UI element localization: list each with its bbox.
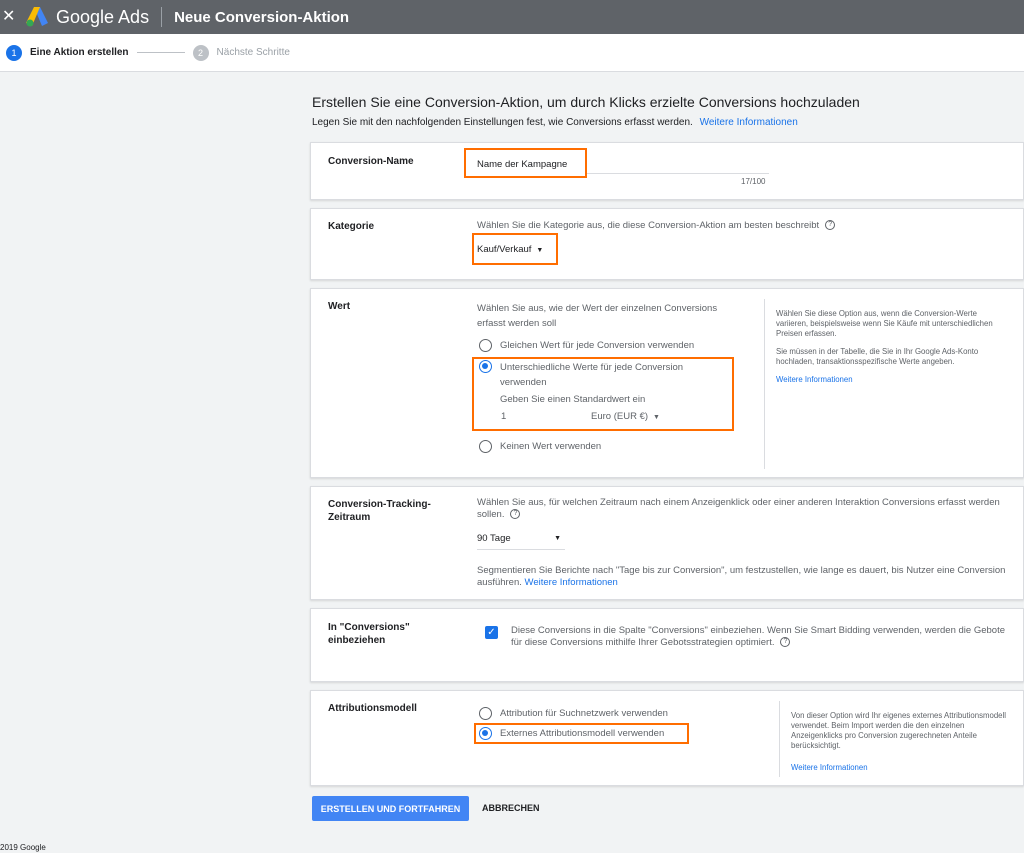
category-hint-text: Wählen Sie die Kategorie aus, die diese … xyxy=(477,220,820,231)
default-value-input[interactable]: 1 xyxy=(501,411,506,422)
value-hint-line-2: erfasst werden soll xyxy=(477,318,557,329)
attribution-side-info: Von dieser Option wird Ihr eigenes exter… xyxy=(791,711,1013,773)
tracking-hint: Wählen Sie aus, für welchen Zeitraum nac… xyxy=(477,497,1007,521)
include-in-conversions-card: In "Conversions" einbeziehen ✓ Diese Con… xyxy=(310,608,1024,682)
step-2-number: 2 xyxy=(192,44,209,61)
option-no-value-label: Keinen Wert verwenden xyxy=(500,441,602,452)
value-side-text-2: Sie müssen in der Tabelle, die Sie in Ih… xyxy=(776,347,979,366)
brand-name: Google Ads xyxy=(56,6,150,27)
step-2-label: Nächste Schritte xyxy=(216,47,290,58)
header-divider xyxy=(161,7,163,27)
close-icon[interactable]: ✕ xyxy=(2,0,16,34)
include-label: In "Conversions" einbeziehen xyxy=(328,621,410,647)
tracking-label-line-2: Zeitraum xyxy=(328,512,371,523)
option-different-values-label: Unterschiedliche Werte für jede Conversi… xyxy=(500,360,683,390)
footer-copyright: 2019 Google xyxy=(0,843,46,852)
step-1-number: 1 xyxy=(6,44,22,61)
help-icon[interactable]: ? xyxy=(825,220,836,231)
tracking-hint-text: Wählen Sie aus, für welchen Zeitraum nac… xyxy=(477,497,1000,520)
char-counter: 17/100 xyxy=(741,177,766,186)
value-more-info-link[interactable]: Weitere Informationen xyxy=(776,375,1006,385)
page-title: Neue Conversion-Aktion xyxy=(174,8,350,26)
radio-no-value[interactable] xyxy=(479,440,492,453)
google-ads-logo-icon xyxy=(26,7,48,27)
stepper: 1 Eine Aktion erstellen 2 Nächste Schrit… xyxy=(0,34,1024,72)
value-side-text-1: Wählen Sie diese Option aus, wenn die Co… xyxy=(776,309,993,338)
form-intro: Legen Sie mit den nachfolgenden Einstell… xyxy=(312,117,798,128)
attribution-side-text: Von dieser Option wird Ihr eigenes exter… xyxy=(791,711,1006,750)
value-side-info: Wählen Sie diese Option aus, wenn die Co… xyxy=(776,309,1006,385)
radio-same-value[interactable] xyxy=(479,339,492,352)
tracking-window-value: 90 Tage xyxy=(477,533,511,544)
include-checkbox[interactable]: ✓ xyxy=(485,626,498,639)
tracking-more-info-link[interactable]: Weitere Informationen xyxy=(525,577,618,588)
radio-external-attribution[interactable] xyxy=(479,727,492,740)
tracking-label-line-1: Conversion-Tracking- xyxy=(328,499,431,510)
include-description: Diese Conversions in die Spalte "Convers… xyxy=(511,625,1009,649)
radio-different-values[interactable] xyxy=(479,360,492,373)
create-and-continue-button[interactable]: ERSTELLEN UND FORTFAHREN xyxy=(312,796,469,821)
option-different-values-line-2: verwenden xyxy=(500,377,547,388)
tracking-window-dropdown[interactable]: 90 Tage ▼ xyxy=(477,533,565,550)
option-same-value-label: Gleichen Wert für jede Conversion verwen… xyxy=(500,340,695,351)
attribution-card: Attributionsmodell Attribution für Suchn… xyxy=(310,690,1024,786)
currency-value: Euro (EUR €) xyxy=(591,411,649,422)
tracking-note: Segmentieren Sie Berichte nach "Tage bis… xyxy=(477,565,1007,589)
dropdown-arrow-icon: ▼ xyxy=(536,247,544,254)
tracking-window-label: Conversion-Tracking- Zeitraum xyxy=(328,498,431,524)
currency-dropdown[interactable]: Euro (EUR €) ▼ xyxy=(591,411,660,422)
category-dropdown[interactable]: Kauf/Verkauf ▼ xyxy=(477,244,543,255)
value-label: Wert xyxy=(328,301,351,312)
form-heading: Erstellen Sie eine Conversion-Aktion, um… xyxy=(312,94,860,110)
category-card: Kategorie Wählen Sie die Kategorie aus, … xyxy=(310,208,1024,280)
option-external-attribution-label: Externes Attributionsmodell verwenden xyxy=(500,728,665,739)
conversion-name-label: Conversion-Name xyxy=(328,156,414,167)
top-bar: ✕ Google Ads Neue Conversion-Aktion xyxy=(0,0,1024,34)
radio-search-attribution[interactable] xyxy=(479,707,492,720)
value-hint: Wählen Sie aus, wie der Wert der einzeln… xyxy=(477,301,717,331)
value-card: Wert Wählen Sie aus, wie der Wert der ei… xyxy=(310,288,1024,478)
include-label-line-2: einbeziehen xyxy=(328,635,386,646)
help-icon[interactable]: ? xyxy=(510,509,521,520)
category-hint: Wählen Sie die Kategorie aus, die diese … xyxy=(477,220,836,231)
intro-text: Legen Sie mit den nachfolgenden Einstell… xyxy=(312,117,693,128)
value-hint-line-1: Wählen Sie aus, wie der Wert der einzeln… xyxy=(477,303,718,314)
help-icon[interactable]: ? xyxy=(780,637,791,648)
category-value: Kauf/Verkauf xyxy=(477,244,532,255)
include-text: Diese Conversions in die Spalte "Convers… xyxy=(511,625,1005,648)
category-label: Kategorie xyxy=(328,221,375,232)
tracking-window-card: Conversion-Tracking- Zeitraum Wählen Sie… xyxy=(310,486,1024,600)
option-different-values-line-1: Unterschiedliche Werte für jede Conversi… xyxy=(500,362,684,373)
conversion-name-input[interactable]: Name der Kampagne xyxy=(477,159,567,170)
attribution-label: Attributionsmodell xyxy=(328,703,417,714)
option-search-attribution-label: Attribution für Suchnetzwerk verwenden xyxy=(500,708,668,719)
include-label-line-1: In "Conversions" xyxy=(328,622,410,633)
step-1-label: Eine Aktion erstellen xyxy=(30,47,129,58)
side-divider xyxy=(764,299,765,469)
conversion-name-card: Conversion-Name Name der Kampagne 17/100 xyxy=(310,142,1024,200)
step-connector xyxy=(136,52,185,53)
side-divider xyxy=(779,701,780,777)
dropdown-arrow-icon: ▼ xyxy=(653,414,660,421)
input-underline xyxy=(587,173,769,174)
attribution-more-info-link[interactable]: Weitere Informationen xyxy=(791,763,1013,773)
cancel-button[interactable]: ABBRECHEN xyxy=(482,803,540,813)
intro-more-info-link[interactable]: Weitere Informationen xyxy=(700,117,798,128)
dropdown-arrow-icon: ▼ xyxy=(554,535,561,542)
default-value-prompt: Geben Sie einen Standardwert ein xyxy=(500,394,646,405)
